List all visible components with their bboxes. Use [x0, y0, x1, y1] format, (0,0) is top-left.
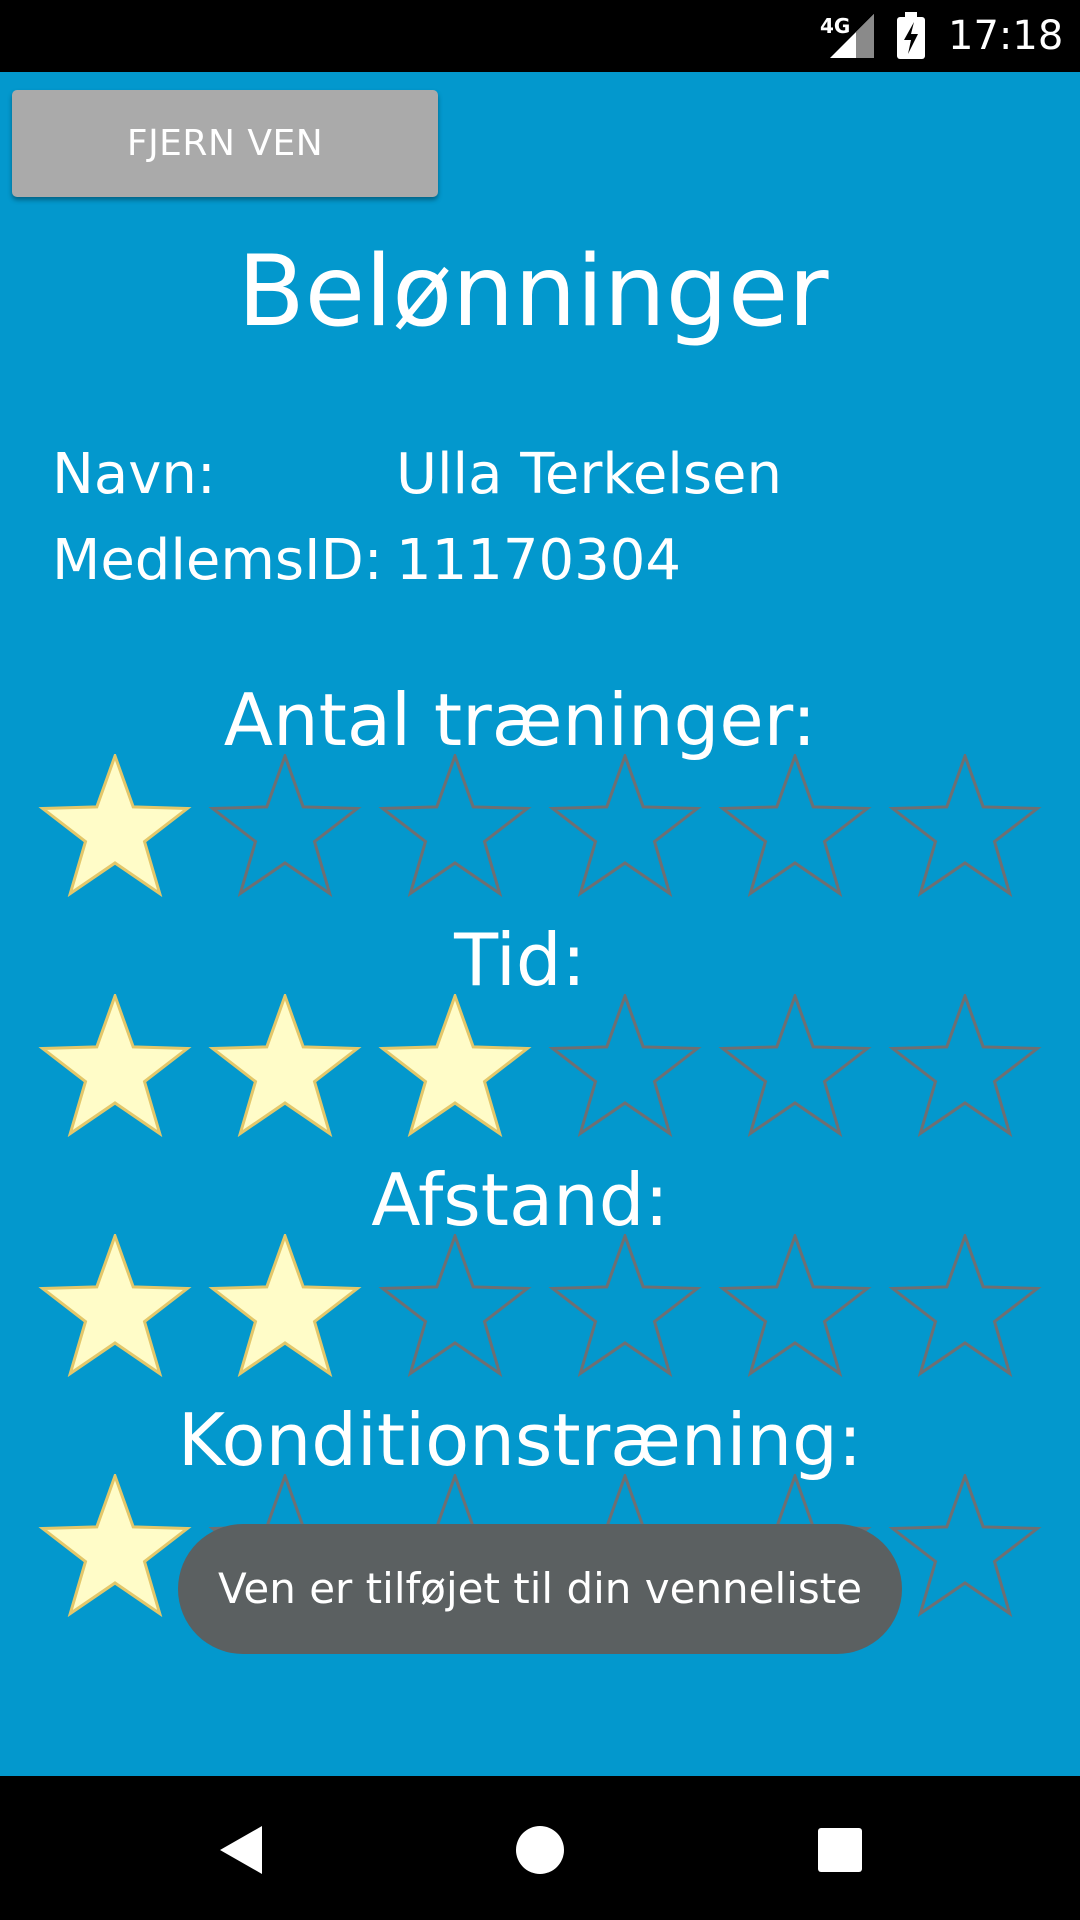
- rating-distance: [30, 1234, 1050, 1384]
- star-empty-icon: [888, 754, 1042, 898]
- page-title: Belønninger: [237, 235, 829, 349]
- star-empty-icon: [888, 1234, 1042, 1378]
- clock: 17:18: [948, 13, 1064, 59]
- star-empty-icon: [378, 1234, 532, 1378]
- star-empty-icon: [888, 994, 1042, 1138]
- star-empty-icon: [378, 754, 532, 898]
- section-title-time: Tid:: [454, 918, 586, 1002]
- status-bar: 4G 17:18: [0, 0, 1080, 72]
- star-empty-icon: [548, 1234, 702, 1378]
- remove-friend-button[interactable]: FJERN VEN: [12, 90, 438, 197]
- star-filled-icon: [208, 1234, 362, 1378]
- member-id-label: MedlemsID:: [52, 528, 383, 593]
- network-type: 4G: [820, 14, 851, 38]
- back-icon[interactable]: [180, 1776, 300, 1920]
- star-empty-icon: [718, 1234, 872, 1378]
- home-icon[interactable]: [480, 1776, 600, 1920]
- member-id-value: 11170304: [396, 528, 682, 593]
- star-empty-icon: [208, 754, 362, 898]
- name-value: Ulla Terkelsen: [396, 442, 782, 507]
- star-filled-icon: [378, 994, 532, 1138]
- star-empty-icon: [718, 754, 872, 898]
- section-title-distance: Afstand:: [371, 1158, 669, 1242]
- rating-trainings: [30, 754, 1050, 904]
- star-empty-icon: [888, 1474, 1042, 1618]
- section-title-trainings: Antal træninger:: [223, 678, 817, 762]
- star-filled-icon: [38, 1234, 192, 1378]
- rating-time: [30, 994, 1050, 1144]
- star-filled-icon: [208, 994, 362, 1138]
- star-filled-icon: [38, 754, 192, 898]
- star-empty-icon: [548, 994, 702, 1138]
- rewards-screen: FJERN VEN Belønninger Navn: Ulla Terkels…: [0, 72, 1080, 1776]
- star-filled-icon: [38, 1474, 192, 1618]
- star-empty-icon: [718, 994, 872, 1138]
- navigation-bar: [0, 1776, 1080, 1920]
- toast-message: Ven er tilføjet til din venneliste: [178, 1524, 902, 1654]
- section-title-cardio: Konditionstræning:: [177, 1398, 863, 1482]
- star-empty-icon: [548, 754, 702, 898]
- battery-charging-icon: [897, 12, 925, 59]
- name-label: Navn:: [52, 442, 216, 507]
- star-filled-icon: [38, 994, 192, 1138]
- recents-icon[interactable]: [780, 1776, 900, 1920]
